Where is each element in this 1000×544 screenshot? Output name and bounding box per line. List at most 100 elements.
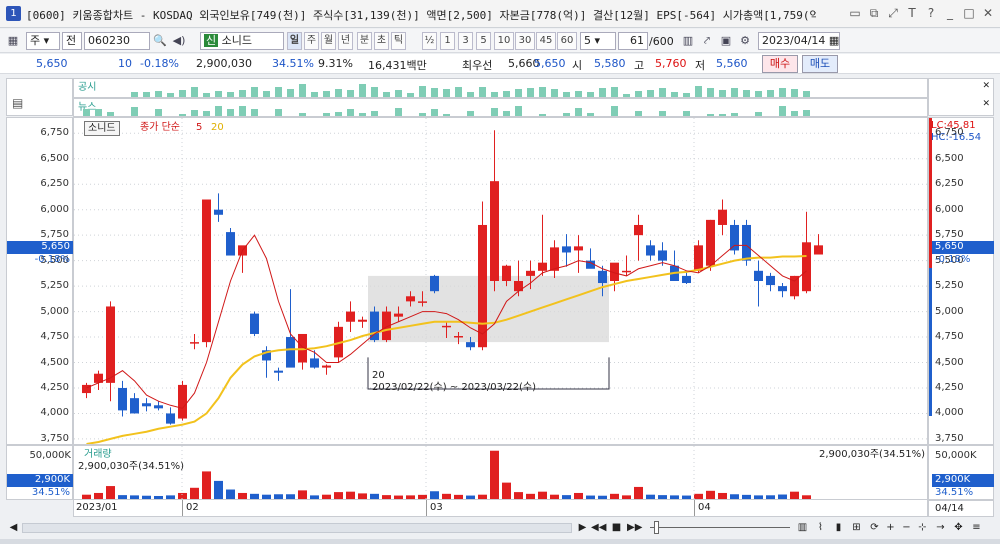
- market-select[interactable]: 주 ▾: [26, 32, 60, 50]
- interval-30[interactable]: 30: [515, 32, 535, 50]
- close-icon[interactable]: ✕: [982, 81, 990, 91]
- y-tick-label: 6,000: [40, 203, 69, 215]
- candle-body: [814, 245, 823, 255]
- gongsi-bar: [359, 84, 366, 97]
- minus-icon[interactable]: −: [899, 520, 914, 535]
- forward-icon[interactable]: ▶▶: [627, 520, 642, 535]
- crosshair-icon[interactable]: ⊹: [915, 520, 930, 535]
- candle-body: [514, 281, 523, 292]
- volume-pane[interactable]: 거래량 2,900,030주(34.51%) 2,900,030주(34.51%…: [73, 445, 928, 500]
- period-tick[interactable]: 틱: [391, 32, 406, 50]
- news-bar: [191, 110, 198, 116]
- volume-bar: [502, 482, 511, 499]
- date-input[interactable]: 2023/04/14 ▦: [758, 32, 840, 50]
- rewind-icon[interactable]: ◀◀: [591, 520, 606, 535]
- chart-scrollbar[interactable]: ◀ ▶ ◀◀ ■ ▶▶ ▥ ⌇ ▮ ⊞ ⟳ + − ⊹ → ✥ ≡: [0, 517, 1000, 539]
- candle-body: [430, 275, 439, 292]
- period-year[interactable]: 년: [338, 32, 353, 50]
- hand-icon[interactable]: ✥: [951, 520, 966, 535]
- grid-icon[interactable]: ▦: [4, 32, 22, 50]
- save-icon[interactable]: ▣: [717, 32, 735, 50]
- window-controls: ▭ ⧉ ⤢ T ? _ □ ✕: [847, 5, 996, 21]
- code-input[interactable]: 060230: [84, 32, 150, 50]
- period-day[interactable]: 일: [287, 32, 302, 50]
- pin-icon[interactable]: ⤢: [885, 5, 901, 21]
- plus-icon[interactable]: +: [883, 520, 898, 535]
- trendline-icon[interactable]: ⤤: [698, 32, 716, 50]
- news-bar: [323, 113, 330, 116]
- refresh-icon[interactable]: ⟳: [867, 520, 882, 535]
- close-icon[interactable]: ✕: [982, 99, 990, 109]
- interval-5[interactable]: 5: [476, 32, 491, 50]
- interval-45[interactable]: 45: [536, 32, 556, 50]
- count-input[interactable]: 61: [618, 32, 648, 50]
- interval-3[interactable]: 3: [458, 32, 473, 50]
- news-bars: [83, 106, 810, 116]
- sell-button[interactable]: 매도: [802, 55, 838, 73]
- candle-body: [742, 224, 751, 261]
- x-axis-right: 04/14: [928, 500, 994, 517]
- volume-bar: [514, 492, 523, 499]
- restore-icon[interactable]: ⧉: [866, 5, 882, 21]
- y-tick-label-right: 4,500: [935, 356, 964, 368]
- low-label: 저: [695, 59, 706, 72]
- table-icon[interactable]: ▤: [12, 96, 23, 110]
- ma-label: 종가 단순: [140, 122, 180, 133]
- help-icon[interactable]: ?: [923, 5, 939, 21]
- y-tick-label-right: 4,750: [935, 331, 964, 343]
- price-chart-pane[interactable]: 소니드 종가 단순 5 20 20 2023/02/22(수) ~ 2023/0…: [73, 117, 928, 445]
- indicator-icon[interactable]: ▥: [679, 32, 697, 50]
- min-icon[interactable]: _: [942, 5, 958, 21]
- stock-name-field[interactable]: 신 소니드: [200, 32, 284, 50]
- minimize-icon[interactable]: ▭: [847, 5, 863, 21]
- candle-body: [286, 337, 295, 368]
- line-chart-icon[interactable]: ⌇: [813, 520, 828, 535]
- candle-body: [406, 296, 415, 302]
- period-month[interactable]: 월: [321, 32, 336, 50]
- search-icon[interactable]: 🔍: [151, 32, 169, 50]
- gongsi-bar: [503, 91, 510, 97]
- market-toggle[interactable]: 전: [62, 32, 82, 50]
- interval-10[interactable]: 10: [494, 32, 514, 50]
- zoom-slider-thumb[interactable]: [654, 521, 659, 534]
- period-week[interactable]: 주: [304, 32, 319, 50]
- arrow-right-icon[interactable]: →: [933, 520, 948, 535]
- candle-body: [718, 209, 727, 225]
- news-bar: [215, 106, 222, 116]
- speaker-icon[interactable]: ◀): [170, 32, 188, 50]
- gear-icon[interactable]: ⚙: [736, 32, 754, 50]
- interval-1[interactable]: 1: [440, 32, 455, 50]
- bar-chart-icon[interactable]: ▥: [795, 520, 810, 535]
- menu-icon[interactable]: ≡: [969, 520, 984, 535]
- box-range-label: 2023/02/22(수) ~ 2023/03/22(수): [372, 382, 537, 393]
- candle-icon[interactable]: ▮: [831, 520, 846, 535]
- period-second[interactable]: 초: [374, 32, 389, 50]
- stop-icon[interactable]: ■: [609, 520, 624, 535]
- close-icon[interactable]: ✕: [980, 5, 996, 21]
- gongsi-bar: [383, 92, 390, 97]
- y-tick-label: 4,000: [40, 407, 69, 419]
- scroll-track[interactable]: [22, 523, 572, 533]
- volume-bar: [226, 489, 235, 499]
- news-bar: [299, 113, 306, 116]
- news-bar: [503, 111, 510, 116]
- gongsi-bar: [275, 87, 282, 97]
- volume-chart[interactable]: [74, 446, 927, 499]
- x-label-mar: 03: [430, 502, 443, 513]
- period-minute[interactable]: 분: [357, 32, 372, 50]
- interval-select[interactable]: 5 ▾: [580, 32, 616, 50]
- interval-60[interactable]: 60: [557, 32, 577, 50]
- zoom-slider[interactable]: [650, 527, 790, 528]
- news-bar: [791, 111, 798, 116]
- volume-bar: [610, 493, 619, 499]
- grid-icon[interactable]: ⊞: [849, 520, 864, 535]
- text-icon[interactable]: T: [904, 5, 920, 21]
- scroll-left-icon[interactable]: ◀: [6, 520, 21, 535]
- buy-button[interactable]: 매수: [762, 55, 798, 73]
- scroll-right-icon[interactable]: ▶: [575, 520, 590, 535]
- vol-max-label: 50,000K: [29, 450, 71, 461]
- half-button[interactable]: ½: [422, 32, 437, 50]
- price-chart[interactable]: [74, 118, 927, 444]
- gongsi-bar: [743, 90, 750, 97]
- max-icon[interactable]: □: [961, 5, 977, 21]
